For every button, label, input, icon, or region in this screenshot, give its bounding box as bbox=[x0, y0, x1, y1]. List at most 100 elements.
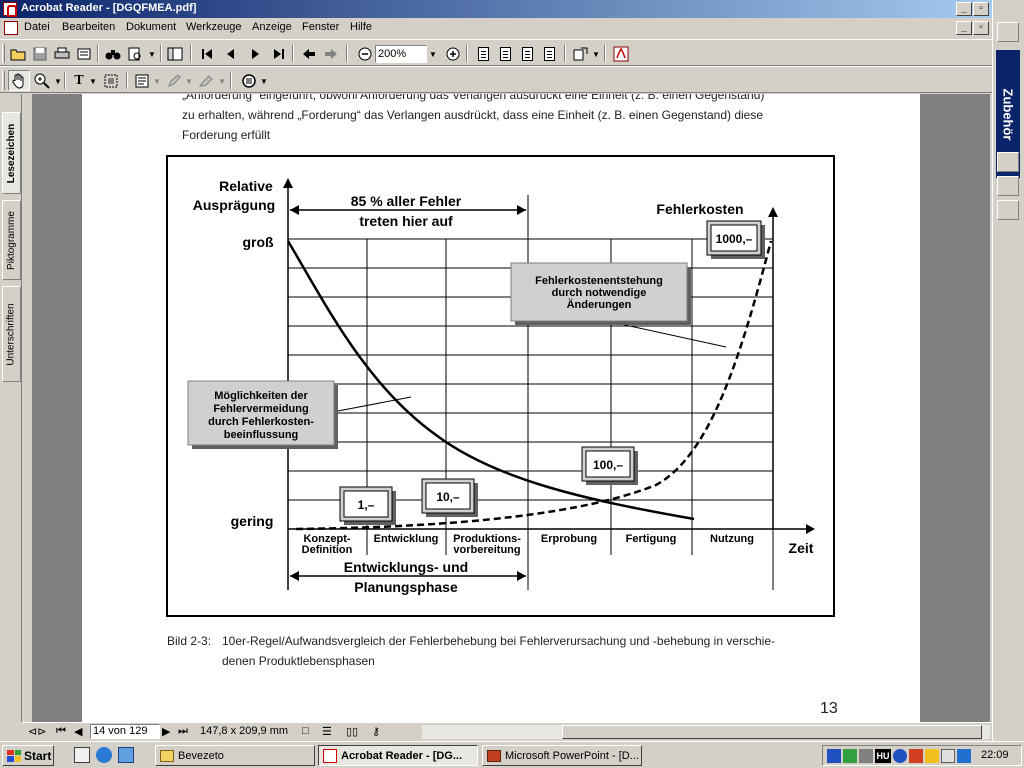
last-page-icon[interactable] bbox=[268, 43, 290, 64]
outlook-express-icon[interactable] bbox=[118, 747, 134, 763]
split-pane-icon[interactable]: ⊲⊳ bbox=[28, 725, 46, 738]
continuous-icon[interactable]: ☰ bbox=[322, 725, 332, 738]
zoom-tool-dropdown-icon[interactable]: ▼ bbox=[52, 72, 64, 90]
panel-toggle-icon[interactable] bbox=[997, 22, 1019, 42]
single-page-icon[interactable]: □ bbox=[302, 725, 309, 737]
task-acrobat-reader[interactable]: Acrobat Reader - [DG... bbox=[318, 745, 478, 766]
menu-hilfe[interactable]: Hilfe bbox=[350, 21, 372, 33]
tray-search-icon[interactable] bbox=[925, 749, 939, 763]
menu-dokument[interactable]: Dokument bbox=[126, 21, 176, 33]
tab-signatures[interactable]: Unterschriften bbox=[2, 286, 21, 382]
page-number-input[interactable]: 14 von 129 bbox=[90, 724, 160, 739]
email-icon[interactable] bbox=[73, 43, 95, 64]
zoom-in-icon[interactable] bbox=[442, 43, 464, 64]
show-desktop-icon[interactable] bbox=[74, 747, 90, 763]
tray-language-indicator[interactable]: HU bbox=[875, 749, 891, 763]
tab-bookmarks[interactable]: Lesezeichen bbox=[2, 112, 21, 194]
print-icon[interactable] bbox=[51, 43, 73, 64]
doc-restore-button[interactable]: ▫ bbox=[973, 21, 989, 35]
tray-antivirus-icon[interactable] bbox=[909, 749, 923, 763]
rotate-dropdown-icon[interactable]: ▼ bbox=[590, 45, 602, 63]
clock[interactable]: 22:09 bbox=[981, 749, 1009, 761]
go-forward-icon[interactable] bbox=[320, 43, 342, 64]
internet-explorer-icon[interactable] bbox=[96, 747, 112, 763]
network-icon[interactable] bbox=[997, 200, 1019, 220]
key-icon[interactable]: ⚷ bbox=[372, 725, 380, 738]
tray-volume-icon[interactable] bbox=[859, 749, 873, 763]
menu-fenster[interactable]: Fenster bbox=[302, 21, 339, 33]
find-options-icon[interactable] bbox=[124, 43, 146, 64]
note-cost-line3: Änderungen bbox=[567, 298, 632, 311]
search-icon[interactable] bbox=[997, 176, 1019, 196]
toolbar-grip[interactable] bbox=[2, 44, 5, 63]
first-page-icon[interactable] bbox=[196, 43, 218, 64]
menu-bearbeiten[interactable]: Bearbeiten bbox=[62, 21, 115, 33]
accessories-panel: Zubehör bbox=[992, 0, 1024, 745]
actual-size-icon[interactable] bbox=[472, 43, 494, 64]
task-bevezeto[interactable]: Bevezeto bbox=[155, 745, 315, 766]
search-binoculars-icon[interactable] bbox=[102, 43, 124, 64]
zoom-dropdown-icon[interactable]: ▼ bbox=[427, 45, 439, 63]
navigation-panel-splitter[interactable] bbox=[22, 94, 32, 722]
start-button[interactable]: Start bbox=[2, 745, 54, 766]
toolbar-grip[interactable] bbox=[2, 71, 5, 90]
next-page-status-icon[interactable]: ▶ bbox=[162, 725, 170, 738]
last-page-status-icon[interactable]: ⏭ bbox=[178, 725, 188, 738]
acrobat-app-icon[interactable] bbox=[3, 2, 17, 17]
highlighter-tool-icon[interactable] bbox=[195, 70, 217, 91]
tray-network-icon[interactable] bbox=[843, 749, 857, 763]
save-icon[interactable] bbox=[29, 43, 51, 64]
intro-text-line3: Forderung erfüllt bbox=[182, 128, 271, 142]
horizontal-scroll-thumb[interactable] bbox=[562, 725, 982, 739]
start-label: Start bbox=[24, 748, 52, 763]
tab-thumbnails[interactable]: Piktogramme bbox=[2, 200, 21, 280]
gallery-icon[interactable] bbox=[997, 152, 1019, 172]
document-menu-icon[interactable] bbox=[4, 21, 18, 35]
stamp-dropdown-icon[interactable]: ▼ bbox=[258, 72, 270, 90]
adobe-online-icon[interactable] bbox=[610, 43, 632, 64]
horizontal-scrollbar[interactable] bbox=[422, 725, 990, 739]
menu-bar: Datei Bearbeiten Dokument Werkzeuge Anze… bbox=[0, 18, 992, 38]
powerpoint-icon bbox=[487, 749, 501, 762]
pencil-tool-icon[interactable] bbox=[163, 70, 185, 91]
tray-update-icon[interactable] bbox=[957, 749, 971, 763]
menu-anzeige[interactable]: Anzeige bbox=[252, 21, 292, 33]
tray-battery-icon[interactable] bbox=[827, 749, 841, 763]
graphics-select-icon[interactable] bbox=[100, 70, 122, 91]
go-back-icon[interactable] bbox=[298, 43, 320, 64]
minimize-button[interactable]: _ bbox=[956, 2, 972, 16]
document-view[interactable]: „Anforderung“ eingeführt, obwohl Anforde… bbox=[32, 94, 990, 722]
note-dropdown-icon[interactable]: ▼ bbox=[151, 72, 163, 90]
pencil-dropdown-icon[interactable]: ▼ bbox=[183, 72, 195, 90]
previous-page-status-icon[interactable]: ◀ bbox=[74, 725, 82, 738]
tray-pdf-icon[interactable] bbox=[941, 749, 955, 763]
find-dropdown-icon[interactable]: ▼ bbox=[146, 45, 158, 63]
first-page-status-icon[interactable]: ⏮ bbox=[56, 725, 66, 738]
text-select-dropdown-icon[interactable]: ▼ bbox=[87, 72, 99, 90]
stamp-tool-icon[interactable] bbox=[238, 70, 260, 91]
value-label-1: 1,– bbox=[358, 498, 375, 512]
restore-button[interactable]: ▫ bbox=[973, 2, 989, 16]
next-page-icon[interactable] bbox=[244, 43, 266, 64]
zoom-tool-icon[interactable] bbox=[31, 70, 53, 91]
zoom-out-icon[interactable] bbox=[354, 43, 376, 64]
rotate-view-icon[interactable] bbox=[570, 43, 592, 64]
facing-pages-icon[interactable]: ▯▯ bbox=[346, 725, 358, 738]
fit-visible-icon[interactable] bbox=[538, 43, 560, 64]
task-powerpoint[interactable]: Microsoft PowerPoint - [D... bbox=[482, 745, 642, 766]
open-icon[interactable] bbox=[7, 43, 29, 64]
fit-width-icon[interactable] bbox=[516, 43, 538, 64]
fit-page-icon[interactable] bbox=[494, 43, 516, 64]
tray-globe-icon[interactable] bbox=[893, 749, 907, 763]
hand-tool-icon[interactable] bbox=[8, 70, 30, 91]
highlighter-dropdown-icon[interactable]: ▼ bbox=[216, 72, 228, 90]
previous-page-icon[interactable] bbox=[220, 43, 242, 64]
note-tool-icon[interactable] bbox=[131, 70, 153, 91]
menu-werkzeuge[interactable]: Werkzeuge bbox=[186, 21, 241, 33]
doc-minimize-button[interactable]: _ bbox=[956, 21, 972, 35]
value-label-100: 100,– bbox=[593, 458, 623, 472]
menu-datei[interactable]: Datei bbox=[24, 21, 50, 33]
intro-text-line2: zu erhalten, während „Forderung“ das Ver… bbox=[182, 108, 764, 122]
zoom-input[interactable]: 200% bbox=[375, 45, 427, 63]
navigation-pane-icon[interactable] bbox=[164, 43, 186, 64]
